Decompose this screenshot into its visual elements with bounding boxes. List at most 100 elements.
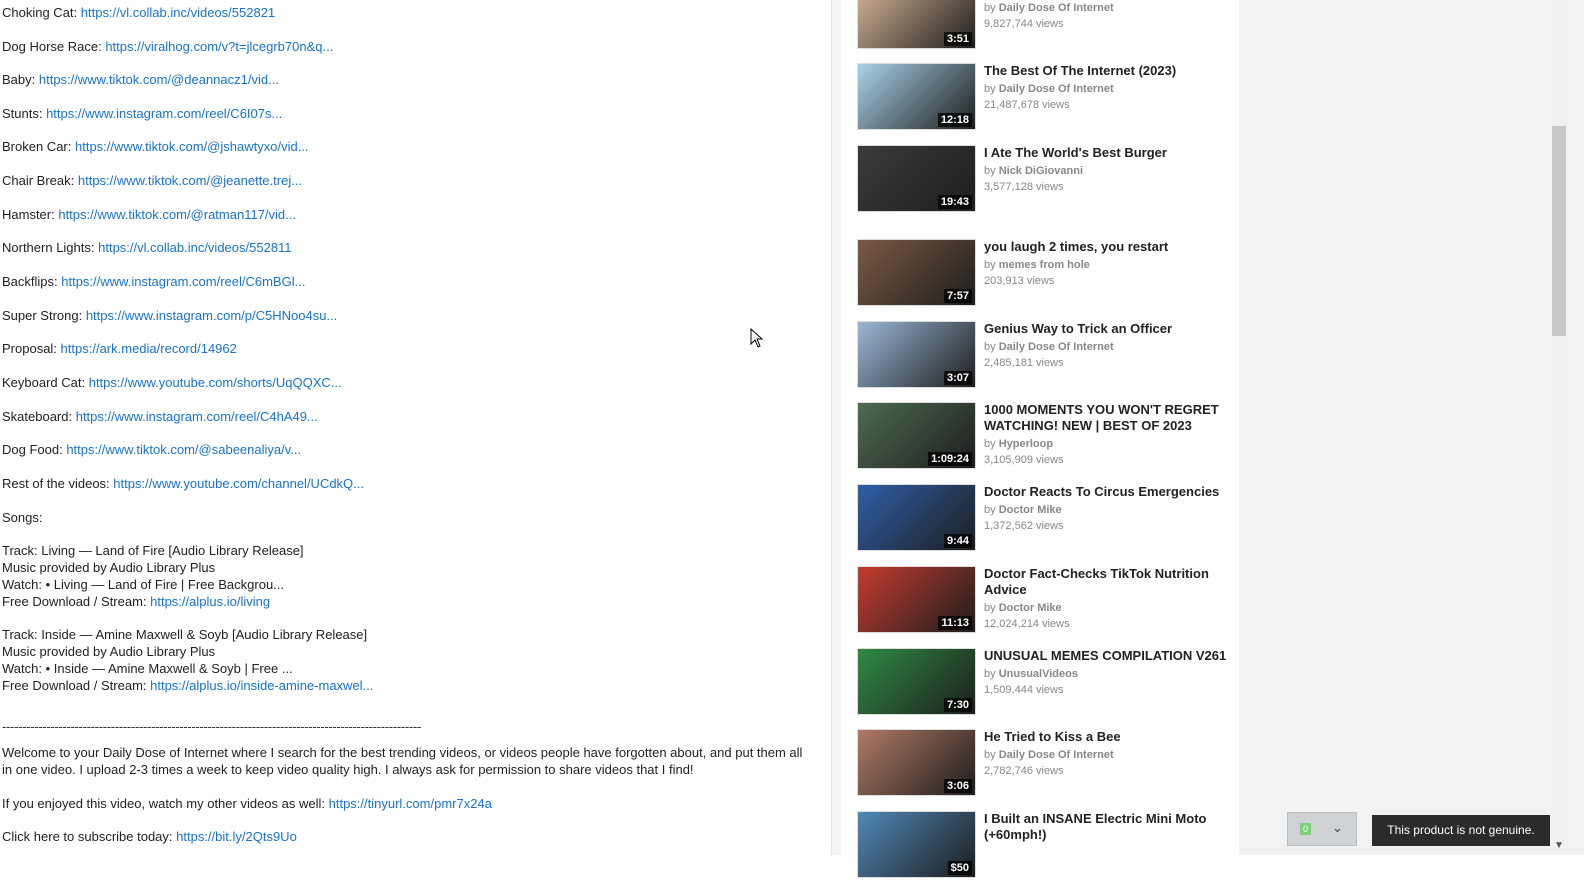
download-link[interactable]: https://alplus.io/inside-amine-maxwel...: [150, 678, 373, 693]
scrollbar[interactable]: ▼: [1550, 0, 1568, 855]
channel-name[interactable]: Nick DiGiovanni: [999, 165, 1083, 177]
description-link[interactable]: https://www.instagram.com/reel/C6mBGl...: [61, 274, 305, 289]
description-link[interactable]: https://www.instagram.com/reel/C6I07s...: [46, 106, 282, 121]
channel-name[interactable]: Daily Dose Of Internet: [999, 749, 1114, 761]
related-video-item[interactable]: 9:44 Doctor Reacts To Circus Emergencies b…: [857, 484, 1232, 554]
video-title[interactable]: The Best Of The Internet (2023): [984, 63, 1229, 79]
description-link[interactable]: https://ark.media/record/14962: [61, 341, 237, 356]
channel-name[interactable]: Doctor Mike: [999, 602, 1062, 614]
related-video-item[interactable]: 3:07 Genius Way to Trick an Officer by Dai…: [857, 321, 1232, 391]
video-views: 12,024,214 views: [984, 618, 1070, 630]
channel-name[interactable]: Hyperloop: [999, 438, 1053, 450]
related-video-item[interactable]: 11:13 Doctor Fact-Checks TikTok Nutrition…: [857, 566, 1232, 636]
video-thumbnail[interactable]: 1:09:24: [857, 402, 976, 469]
related-video-item[interactable]: 12:18 The Best Of The Internet (2023) by D…: [857, 63, 1232, 133]
related-video-item[interactable]: 3:06 He Tried to Kiss a Bee by Daily Dose …: [857, 729, 1232, 799]
related-video-item[interactable]: 19:43 I Ate The World's Best Burger by Nic…: [857, 145, 1232, 215]
channel-name[interactable]: memes from hole: [999, 259, 1090, 271]
related-video-item[interactable]: 3:51 by Daily Dose Of Internet 9,827,744 v…: [857, 0, 1232, 52]
video-thumbnail[interactable]: 9:44: [857, 484, 976, 551]
video-title[interactable]: He Tried to Kiss a Bee: [984, 729, 1229, 745]
description-link[interactable]: https://vl.collab.inc/videos/552811: [98, 240, 291, 255]
video-title[interactable]: Genius Way to Trick an Officer: [984, 321, 1229, 337]
related-video-item[interactable]: 7:30 UNUSUAL MEMES COMPILATION V261 by Unu…: [857, 648, 1232, 718]
video-title[interactable]: I Built an INSANE Electric Mini Moto (+6…: [984, 811, 1229, 843]
track-watch: Watch: • Living — Land of Fire | Free Ba…: [2, 577, 285, 592]
link-label: Choking Cat:: [2, 5, 81, 20]
video-views: 3,577,128 views: [984, 181, 1064, 193]
video-thumbnail[interactable]: 3:06: [857, 729, 976, 796]
text-divider: ----------------------------------------…: [2, 719, 422, 734]
description-link-line: Baby: https://www.tiktok.com/@deannacz1/…: [2, 71, 279, 88]
link-label: Skateboard:: [2, 409, 76, 424]
video-thumbnail[interactable]: 7:30: [857, 648, 976, 715]
track-watch: Watch: • Inside — Amine Maxwell & Soyb |…: [2, 661, 293, 676]
video-duration: 1:09:24: [928, 452, 972, 466]
description-link[interactable]: https://viralhog.com/v?t=jlcegrb70n&q...: [105, 39, 333, 54]
description-link[interactable]: https://www.tiktok.com/@deannacz1/vid...: [39, 72, 279, 87]
video-title[interactable]: UNUSUAL MEMES COMPILATION V261: [984, 648, 1229, 664]
video-title[interactable]: Doctor Reacts To Circus Emergencies: [984, 484, 1229, 500]
link-label: Rest of the videos:: [2, 476, 114, 491]
video-duration: 9:44: [943, 534, 972, 548]
channel-name[interactable]: Doctor Mike: [999, 504, 1062, 516]
video-thumbnail[interactable]: $50: [857, 811, 976, 878]
video-thumbnail[interactable]: 11:13: [857, 566, 976, 633]
video-thumbnail[interactable]: 12:18: [857, 63, 976, 130]
by-label: by: [984, 668, 999, 680]
video-views: 203,913 views: [984, 275, 1055, 287]
description-link-line: Hamster: https://www.tiktok.com/@ratman1…: [2, 206, 296, 223]
other-videos-link[interactable]: https://tinyurl.com/pmr7x24a: [329, 796, 492, 811]
related-videos: 3:51 by Daily Dose Of Internet 9,827,744 v…: [857, 0, 1237, 878]
video-views: 1,372,562 views: [984, 520, 1064, 532]
description-link[interactable]: https://www.youtube.com/channel/UCdkQ...: [113, 476, 364, 491]
channel-name[interactable]: UnusualVideos: [999, 668, 1078, 680]
download-link[interactable]: https://alplus.io/living: [150, 594, 270, 609]
video-duration: 3:51: [943, 32, 972, 46]
video-title[interactable]: 1000 MOMENTS YOU WON'T REGRET WATCHING! …: [984, 402, 1229, 434]
download-label: Free Download / Stream:: [2, 594, 151, 609]
related-video-item[interactable]: $50 I Built an INSANE Electric Mini Moto …: [857, 811, 1232, 881]
description-link[interactable]: https://vl.collab.inc/videos/552821: [81, 5, 275, 20]
channel-name[interactable]: Daily Dose Of Internet: [999, 2, 1114, 14]
video-thumbnail[interactable]: 7:57: [857, 239, 976, 306]
video-duration: 19:43: [937, 195, 972, 209]
video-channel: by Nick DiGiovanni: [984, 163, 1083, 179]
chevron-down-icon[interactable]: ⌄: [1332, 820, 1343, 836]
description-link-line: Rest of the videos: https://www.youtube.…: [2, 475, 364, 492]
description-link[interactable]: https://www.instagram.com/reel/C4hA49...: [76, 409, 318, 424]
video-thumbnail[interactable]: 3:51: [857, 0, 976, 49]
video-views: 3,105,909 views: [984, 454, 1064, 466]
description-link-line: Super Strong: https://www.instagram.com/…: [2, 307, 337, 324]
video-title[interactable]: I Ate The World's Best Burger: [984, 145, 1229, 161]
video-thumbnail[interactable]: 19:43: [857, 145, 976, 212]
related-video-item[interactable]: 1:09:24 1000 MOMENTS YOU WON'T REGRET WAT…: [857, 402, 1232, 472]
channel-name[interactable]: Daily Dose Of Internet: [999, 341, 1114, 353]
video-duration: 7:57: [943, 289, 972, 303]
description-link[interactable]: https://www.youtube.com/shorts/UqQQXC...: [89, 375, 342, 390]
right-gutter: [1239, 0, 1584, 855]
link-label: Dog Horse Race:: [2, 39, 106, 54]
video-channel: by Daily Dose Of Internet: [984, 747, 1114, 763]
related-video-item[interactable]: 7:57 you laugh 2 times, you restart by mem…: [857, 239, 1232, 309]
description-link-line: Chair Break: https://www.tiktok.com/@jea…: [2, 172, 302, 189]
video-duration: 7:30: [943, 698, 972, 712]
description-link[interactable]: https://www.tiktok.com/@ratman117/vid...: [58, 207, 296, 222]
video-title[interactable]: you laugh 2 times, you restart: [984, 239, 1229, 255]
subscribe-link[interactable]: https://bit.ly/2Qts9Uo: [176, 829, 297, 844]
scroll-down-icon[interactable]: ▼: [1554, 840, 1564, 851]
scrollbar-thumb[interactable]: [1552, 126, 1566, 336]
description-link[interactable]: https://www.tiktok.com/@sabeenaliya/v...: [66, 442, 301, 457]
by-label: by: [984, 259, 999, 271]
description-link[interactable]: https://www.tiktok.com/@jeanette.trej...: [78, 173, 302, 188]
link-label: Proposal:: [2, 341, 61, 356]
description-link[interactable]: https://www.instagram.com/p/C5HNoo4su...: [86, 308, 337, 323]
subscribe-line: Click here to subscribe today: https://b…: [2, 828, 297, 845]
description-link[interactable]: https://www.tiktok.com/@jshawtyxo/vid...: [75, 139, 309, 154]
counter-widget[interactable]: 0 ⌄: [1287, 812, 1357, 846]
channel-name[interactable]: Daily Dose Of Internet: [999, 83, 1114, 95]
description-link-line: Keyboard Cat: https://www.youtube.com/sh…: [2, 374, 342, 391]
video-duration: 3:06: [943, 779, 972, 793]
video-thumbnail[interactable]: 3:07: [857, 321, 976, 388]
video-title[interactable]: Doctor Fact-Checks TikTok Nutrition Advi…: [984, 566, 1229, 598]
